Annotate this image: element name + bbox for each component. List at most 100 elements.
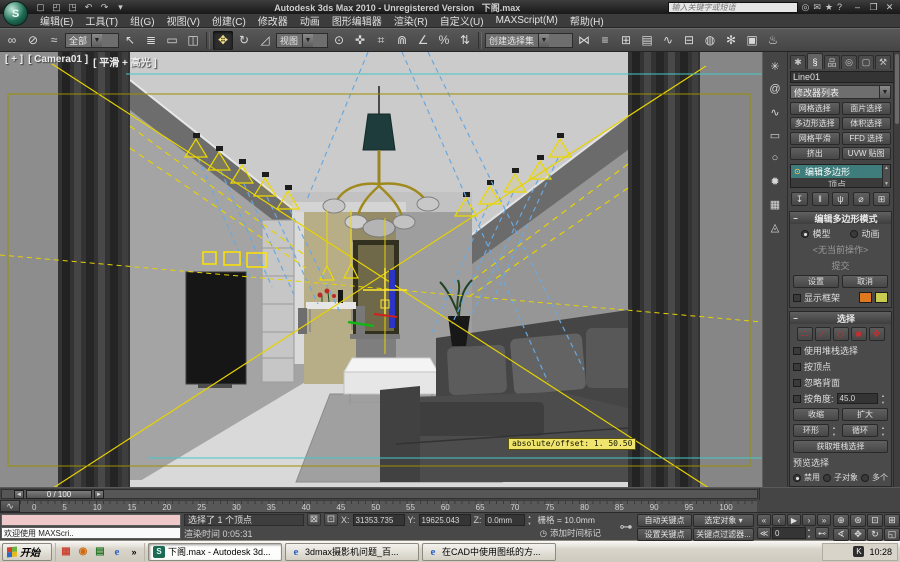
angle-value-field[interactable]: 45.0 (837, 393, 878, 404)
preview-multi-radio[interactable]: 多个 (861, 472, 888, 483)
time-slider[interactable]: ◄ 0 / 100 ► (1, 489, 758, 499)
radio-model[interactable]: 模型 (801, 227, 830, 240)
modifier-button[interactable]: 网格选择 (790, 102, 840, 115)
camera-viewport[interactable]: [ + ] [ Camera01 ] [ 平滑 + 高光 ] absolute/… (0, 52, 762, 487)
previous-frame-nub[interactable]: ◄ (14, 490, 24, 499)
grid-shape-icon[interactable]: ▦ (765, 194, 785, 214)
selection-lock-icon[interactable]: ⊠ (307, 513, 321, 526)
current-frame-field[interactable]: 0 (772, 527, 806, 539)
input-method-icon[interactable]: K (853, 546, 864, 557)
orbit-icon[interactable]: ↻ (867, 528, 883, 541)
select-object-icon[interactable]: ↖ (120, 31, 140, 50)
stack-row[interactable]: ⊙ 编辑多边形 (791, 165, 882, 178)
menu-item[interactable]: MAXScript(M) (490, 15, 564, 26)
mini-curve-editor-button[interactable]: ∿ (0, 500, 20, 512)
modifier-button[interactable]: 挤出 (790, 147, 840, 160)
open-file-icon[interactable]: ◰ (50, 1, 63, 13)
stack-row[interactable]: 顶点 (791, 178, 882, 188)
make-unique-icon[interactable]: ψ (832, 192, 849, 206)
frame-spinner[interactable]: ▲▼ (807, 527, 814, 539)
set-key-button[interactable]: 设置关键点 (637, 528, 692, 541)
window-crossing-icon[interactable]: ◫ (183, 31, 203, 50)
key-mode-toggle-icon[interactable]: ⊷ (815, 527, 829, 539)
snap-toggle-3d-icon[interactable]: ⋒ (392, 31, 412, 50)
tab-utilities[interactable]: ⚒ (875, 55, 891, 69)
auto-key-button[interactable]: 自动关键点 (637, 514, 692, 527)
menu-item[interactable]: 视图(V) (161, 13, 206, 28)
named-selection-dropdown[interactable]: 创建选择集▼ (485, 33, 573, 48)
pan-icon[interactable]: ✥ (850, 528, 866, 541)
maximize-viewport-icon[interactable]: ◱ (884, 528, 900, 541)
add-time-tag[interactable]: ◷ 添加时间标记 (540, 527, 601, 539)
stack-scrollbar[interactable]: ▲▼ (882, 165, 890, 187)
spinner-arrows[interactable]: ▲▼ (881, 393, 888, 405)
new-scene-icon[interactable]: ▢ (34, 1, 47, 13)
remove-modifier-icon[interactable]: ⌀ (853, 192, 870, 206)
modifier-button[interactable]: 体积选择 (842, 117, 892, 130)
schematic-view-icon[interactable]: ⊟ (679, 31, 699, 50)
panel-scrollbar[interactable] (893, 52, 900, 487)
redo-icon[interactable]: ↷ (98, 1, 111, 13)
rectangular-selection-icon[interactable]: ▭ (162, 31, 182, 50)
modifier-button[interactable]: 面片选择 (842, 102, 892, 115)
save-file-icon[interactable]: ◳ (66, 1, 79, 13)
cage-color-swatch-2[interactable] (875, 292, 888, 303)
selected-filter-dropdown[interactable]: 选定对象 ▾ (693, 514, 754, 527)
modifier-button[interactable]: FFD 选择 (842, 132, 892, 145)
viewport-menu-plus[interactable]: [ + ] (5, 54, 23, 69)
book-icon[interactable]: ▤ (93, 545, 107, 559)
helix-shape-icon[interactable]: @ (765, 79, 785, 99)
settings-button[interactable]: 设置 (793, 275, 839, 288)
unlink-selection-icon[interactable]: ⊘ (23, 31, 43, 50)
edge-icon[interactable]: ∕ (815, 327, 831, 341)
visibility-bulb-icon[interactable]: ⊙ (794, 167, 802, 176)
time-slider-handle[interactable]: 0 / 100 (26, 490, 92, 499)
render-production-icon[interactable]: ♨ (763, 31, 783, 50)
tray-clock[interactable]: 10:28 (869, 547, 892, 557)
menu-item[interactable]: 动画 (294, 13, 326, 28)
menu-item[interactable]: 修改器 (252, 13, 294, 28)
cancel-button[interactable]: 取消 (842, 275, 888, 288)
communication-center-icon[interactable]: ✉ (813, 2, 821, 13)
previous-frame-icon[interactable]: ‹ (772, 514, 786, 526)
show-end-result-icon[interactable]: ‖ (812, 192, 829, 206)
menu-item[interactable]: 组(G) (124, 13, 160, 28)
select-and-rotate-icon[interactable]: ↻ (234, 31, 254, 50)
ring-button[interactable]: 环形 (793, 424, 829, 437)
maxscript-listener-line[interactable]: 欢迎使用 MAXScri.. (1, 527, 181, 539)
show-cage-checkbox[interactable] (793, 294, 801, 302)
use-pivot-center-icon[interactable]: ⊙ (329, 31, 349, 50)
field-of-view-icon[interactable]: ∢ (833, 528, 849, 541)
object-name-field[interactable] (790, 71, 900, 83)
get-stack-selection-button[interactable]: 获取堆栈选择 (793, 440, 888, 453)
element-icon[interactable]: ❖ (869, 327, 885, 341)
select-by-name-icon[interactable]: ≣ (141, 31, 161, 50)
scene-svg[interactable] (0, 52, 762, 487)
search-go-icon[interactable]: ◎ (802, 2, 810, 13)
application-menu-button[interactable]: S (3, 1, 28, 26)
modifier-button[interactable]: 网格平滑 (790, 132, 840, 145)
select-and-manipulate-icon[interactable]: ✜ (350, 31, 370, 50)
tab-hierarchy[interactable]: 品 (824, 55, 840, 69)
zoom-extents-icon[interactable]: ⊡ (867, 514, 883, 527)
loop-spinner[interactable]: ▲▼ (881, 425, 888, 437)
by-vertex-checkbox[interactable] (793, 363, 801, 371)
key-step-toggle-icon[interactable]: ≪ (757, 527, 771, 539)
track-bar-ruler[interactable]: 0510152025303540455055606570758085909510… (20, 500, 757, 512)
minimize-icon[interactable]: – (852, 2, 863, 13)
pin-stack-icon[interactable]: ↧ (791, 192, 808, 206)
overflow-chevron[interactable]: » (127, 545, 141, 559)
preview-off-radio[interactable]: 禁用 (793, 472, 820, 483)
search-input[interactable] (668, 2, 798, 13)
configure-modifier-sets-icon[interactable]: ⊞ (873, 192, 890, 206)
mirror-icon[interactable]: ⋈ (574, 31, 594, 50)
key-filters-button[interactable]: 关键点过滤器... (693, 528, 754, 541)
undo-icon[interactable]: ↶ (82, 1, 95, 13)
set-key-mode-icon[interactable]: ⊶ (615, 513, 637, 540)
render-setup-icon[interactable]: ✻ (721, 31, 741, 50)
viewport-shading-label[interactable]: [ 平滑 + 高光 ] (93, 54, 157, 69)
favorites-icon[interactable]: ★ (825, 2, 833, 13)
spline-shape-icon[interactable]: ∿ (765, 102, 785, 122)
absolute-offset-toggle-icon[interactable]: ⊡ (324, 513, 338, 526)
commit-button[interactable]: 提交 (793, 259, 888, 272)
